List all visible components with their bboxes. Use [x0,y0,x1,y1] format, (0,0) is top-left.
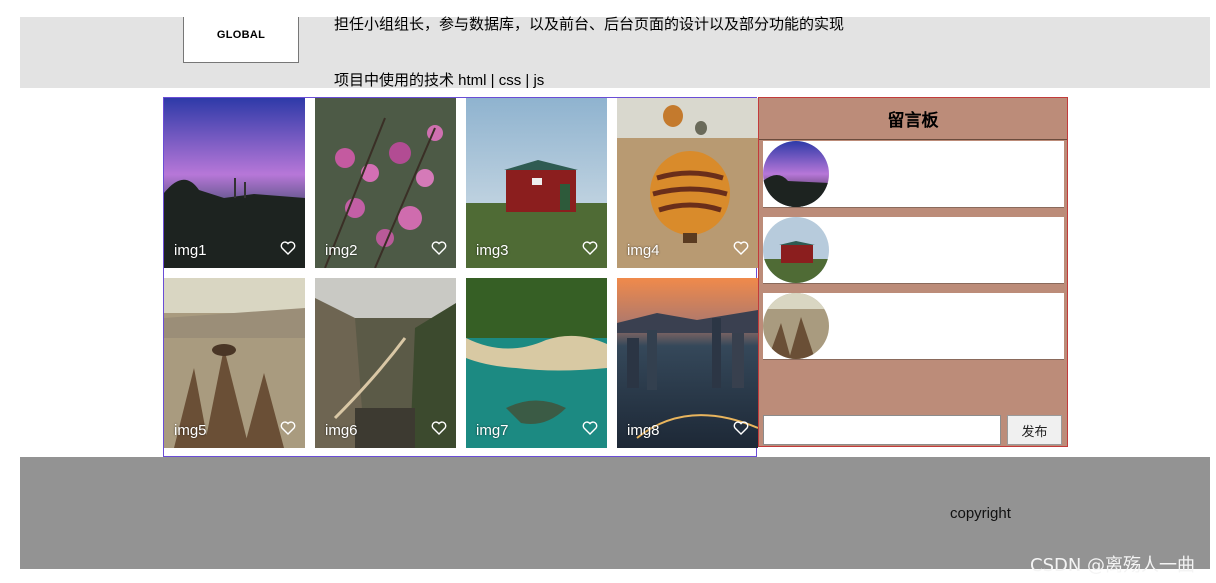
heart-icon[interactable] [280,241,296,255]
tile-label: img2 [325,242,358,259]
message-item [763,293,1064,360]
tile-label: img8 [627,422,660,439]
heart-icon[interactable] [431,421,447,435]
gallery-tile-3[interactable]: img3 [466,98,607,268]
message-item [763,217,1064,284]
header: GLOBAL 担任小组组长，参与数据库，以及前台、后台页面的设计以及部分功能的实… [20,16,1210,89]
heart-icon[interactable] [733,421,749,435]
gallery-tile-7[interactable]: img7 [466,278,607,448]
heart-icon[interactable] [582,241,598,255]
watermark: CSDN @离殇人一曲 [1030,555,1196,576]
logo-text: GLOBAL [216,29,266,41]
heart-icon[interactable] [280,421,296,435]
gallery-tile-1[interactable]: img1 [164,98,305,268]
tile-label: img7 [476,422,509,439]
gallery-tile-5[interactable]: img5 [164,278,305,448]
intro-role-text: 担任小组组长，参与数据库，以及前台、后台页面的设计以及部分功能的实现 [334,16,845,33]
heart-icon[interactable] [431,241,447,255]
avatar [763,217,829,283]
tile-label: img5 [174,422,207,439]
copyright-text: copyright [950,505,1011,522]
avatar-rock-image [763,293,829,359]
message-item [763,141,1064,208]
avatar [763,293,829,359]
intro-tech-text: 项目中使用的技术 html | css | js [334,72,545,89]
logo[interactable]: GLOBAL [183,17,299,63]
photo-gallery: img1 img2 img3 img4 img5 img6 img7 img8 [163,97,758,457]
gallery-tile-4[interactable]: img4 [617,98,758,268]
heart-icon[interactable] [733,241,749,255]
publish-button[interactable]: 发布 [1007,415,1062,445]
message-board: 留言板 发布 [758,97,1068,447]
avatar [763,141,829,207]
tile-label: img6 [325,422,358,439]
gallery-tile-2[interactable]: img2 [315,98,456,268]
board-title: 留言板 [759,98,1067,140]
message-input[interactable] [763,415,1001,445]
tile-label: img1 [174,242,207,259]
avatar-red-house-image [763,217,829,283]
heart-icon[interactable] [582,421,598,435]
gallery-tile-6[interactable]: img6 [315,278,456,448]
gallery-tile-8[interactable]: img8 [617,278,758,448]
tile-label: img4 [627,242,660,259]
avatar-dusk-image [763,141,829,207]
tile-label: img3 [476,242,509,259]
